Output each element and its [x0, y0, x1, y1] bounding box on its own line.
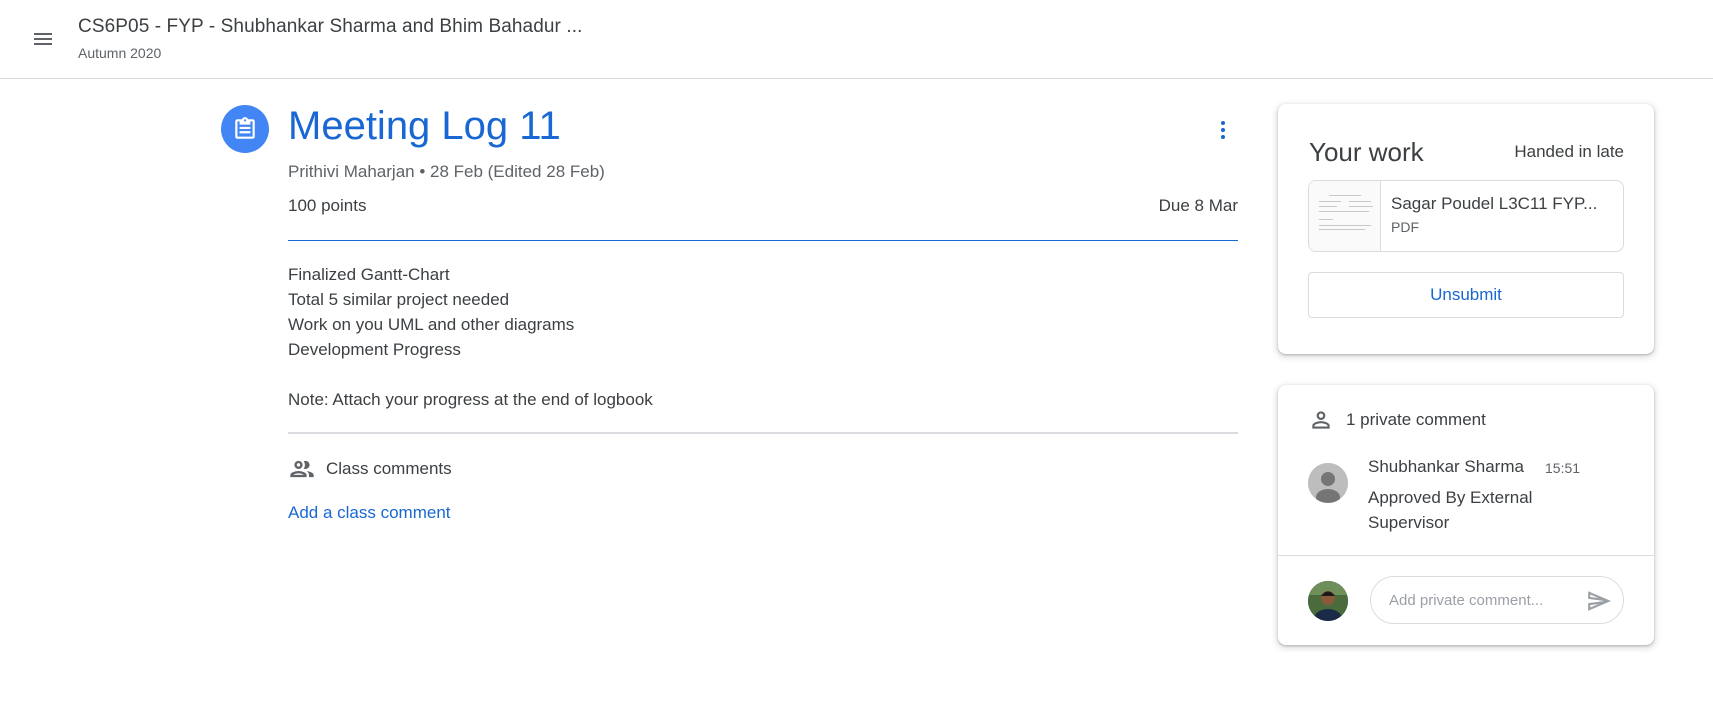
description-line: Development Progress — [288, 340, 461, 359]
avatar — [1308, 463, 1348, 503]
pdf-thumbnail — [1309, 181, 1381, 251]
description-line: Finalized Gantt-Chart — [288, 265, 450, 284]
assignment-meta: Prithivi Maharjan • 28 Feb (Edited 28 Fe… — [288, 162, 605, 181]
attachment-type: PDF — [1391, 219, 1419, 235]
more-options-button[interactable] — [1203, 110, 1243, 150]
assignment-clipboard-icon — [235, 117, 255, 139]
private-comments-header: 1 private comment — [1308, 407, 1486, 433]
private-comment-field[interactable] — [1370, 576, 1624, 624]
private-comments-count: 1 private comment — [1346, 410, 1486, 429]
assignment-title: Meeting Log 11 — [288, 104, 561, 148]
comment-author: Shubhankar Sharma — [1368, 457, 1524, 476]
person-icon — [1312, 411, 1330, 429]
hamburger-menu-icon — [34, 33, 52, 45]
header-divider — [288, 240, 1238, 241]
attachment-card[interactable]: Sagar Poudel L3C11 FYP... PDF — [1308, 180, 1624, 252]
description-divider — [288, 432, 1238, 434]
people-icon — [290, 460, 314, 478]
comment-divider — [1278, 555, 1654, 556]
course-subtitle: Autumn 2020 — [78, 45, 162, 61]
your-work-title: Your work — [1309, 137, 1424, 167]
send-icon — [1588, 591, 1611, 611]
comment-text: Approved By External Supervisor — [1368, 488, 1533, 532]
private-comments-card: 1 private comment Shubhankar Sharma 15:5… — [1278, 385, 1654, 645]
comment-timestamp: 15:51 — [1545, 460, 1581, 476]
assignment-icon-badge — [221, 105, 269, 153]
default-avatar-icon — [1308, 463, 1348, 503]
main-menu-button[interactable] — [22, 18, 64, 60]
description-gap — [288, 362, 1238, 387]
unsubmit-button[interactable]: Unsubmit — [1308, 272, 1624, 318]
attachment-name: Sagar Poudel L3C11 FYP... — [1391, 194, 1598, 213]
more-vert-icon — [1221, 121, 1225, 139]
top-app-bar: CS6P05 - FYP - Shubhankar Sharma and Bhi… — [0, 0, 1713, 79]
class-comments-header: Class comments — [288, 455, 452, 483]
class-comments-label: Class comments — [326, 459, 452, 478]
your-work-card: Your work Handed in late Sagar Poudel L3… — [1278, 104, 1654, 354]
description-line: Work on you UML and other diagrams — [288, 315, 575, 334]
description-note: Note: Attach your progress at the end of… — [288, 390, 653, 409]
send-comment-button[interactable] — [1585, 587, 1613, 615]
private-comment-input[interactable] — [1389, 591, 1569, 609]
current-user-avatar — [1308, 581, 1348, 621]
assignment-points: 100 points — [288, 196, 367, 215]
assignment-due-date: Due 8 Mar — [1158, 196, 1238, 215]
course-title[interactable]: CS6P05 - FYP - Shubhankar Sharma and Bhi… — [78, 16, 583, 38]
description-line: Total 5 similar project needed — [288, 290, 510, 309]
add-class-comment-link[interactable]: Add a class comment — [288, 503, 451, 523]
user-photo-icon — [1308, 581, 1348, 621]
assignment-description: Finalized Gantt-Chart Total 5 similar pr… — [288, 262, 1238, 412]
submission-status: Handed in late — [1514, 142, 1624, 161]
